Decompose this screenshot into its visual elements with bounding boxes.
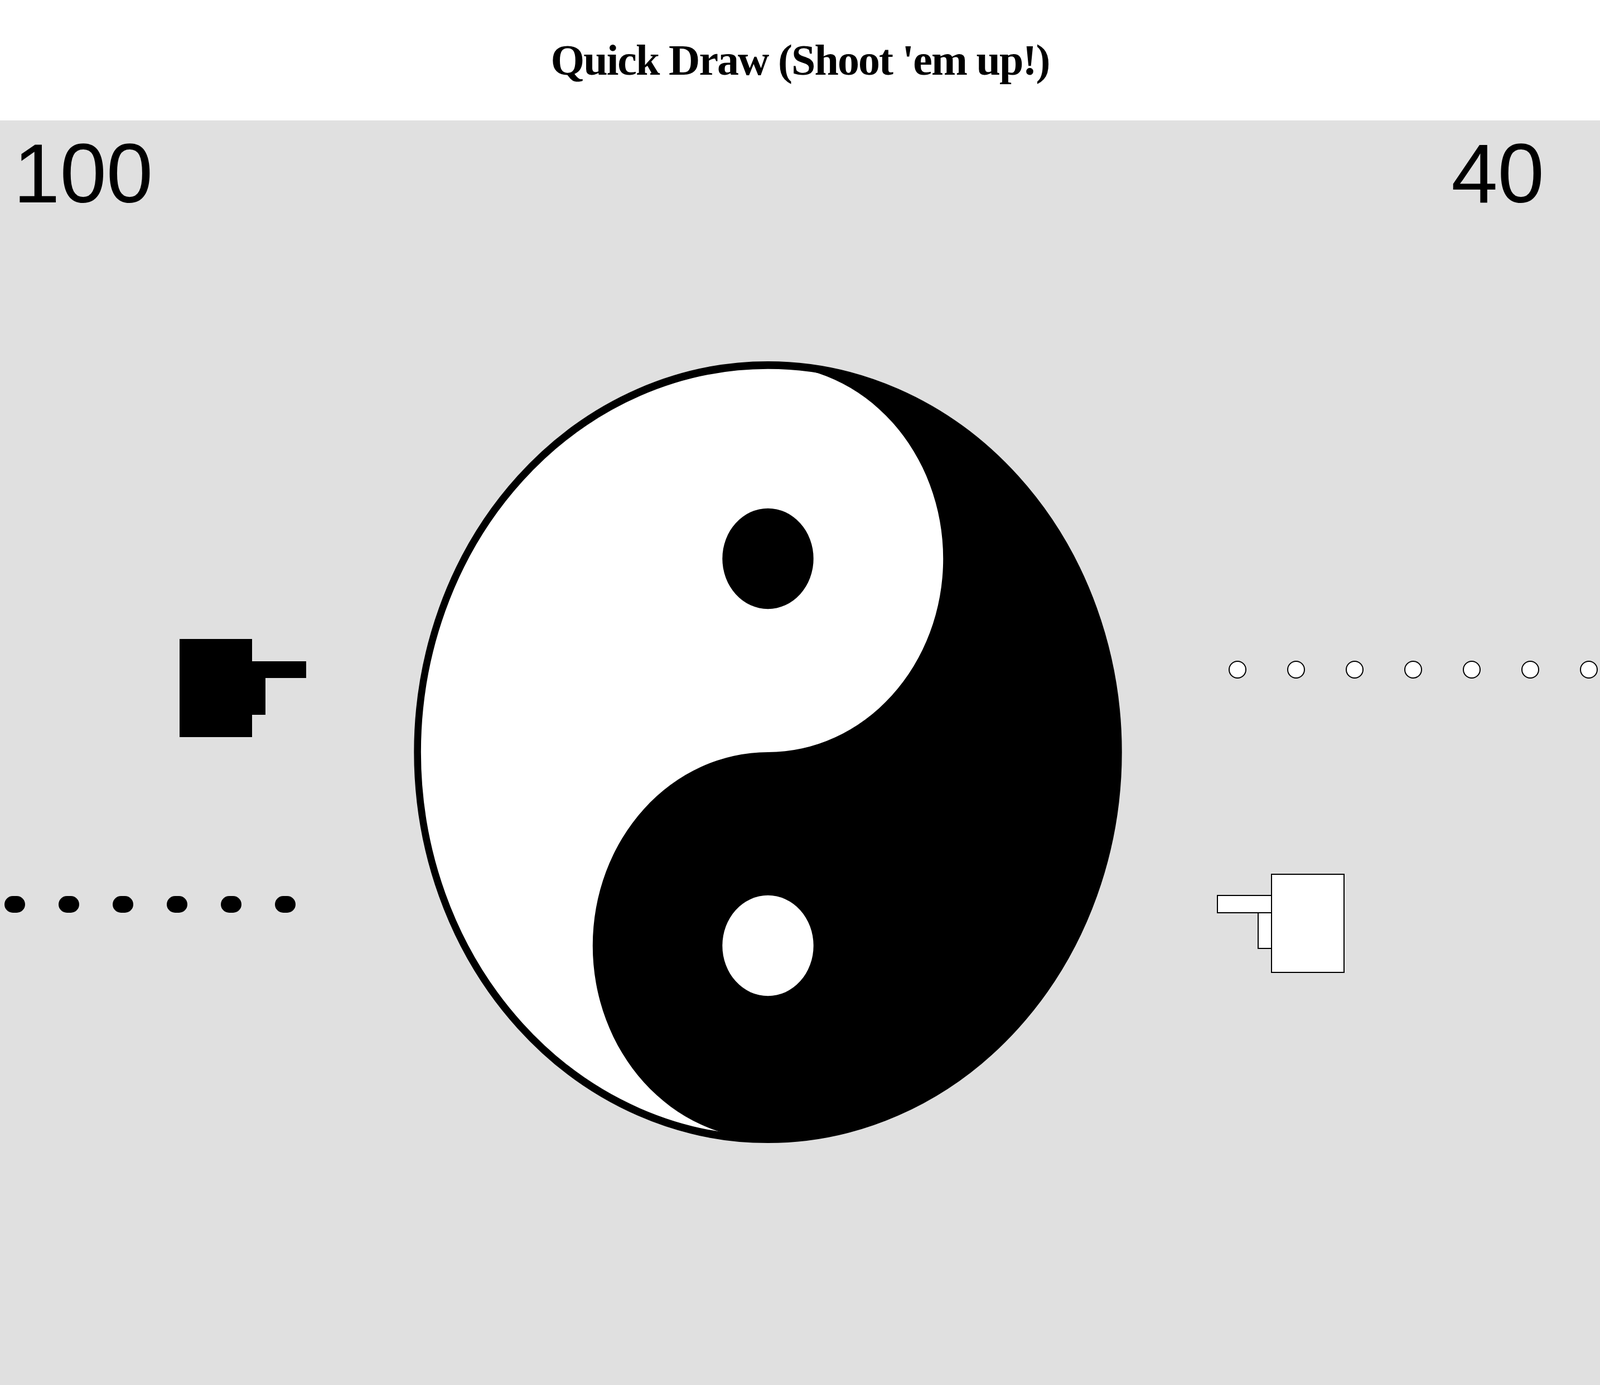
bullet (1462, 660, 1481, 679)
ammo-left (4, 896, 296, 913)
bullet (274, 896, 296, 913)
gun-barrel (1216, 895, 1273, 914)
bullet (1345, 660, 1364, 679)
player-left[interactable] (179, 639, 307, 738)
bullet (1521, 660, 1540, 679)
bullet (1287, 660, 1305, 679)
player-right[interactable] (1216, 873, 1345, 974)
bullet (166, 896, 188, 913)
bullet (1228, 660, 1247, 679)
player-body (1270, 873, 1345, 974)
yin-yang-icon (410, 357, 1126, 1148)
game-page: Quick Draw (Shoot 'em up!) 100 40 (0, 0, 1600, 1385)
score-left: 100 (13, 131, 153, 216)
gun-grip (252, 678, 266, 715)
score-right: 40 (1451, 131, 1545, 216)
bullet (220, 896, 242, 913)
ammo-right (1228, 660, 1598, 679)
header: Quick Draw (Shoot 'em up!) (0, 0, 1600, 121)
bullet (112, 896, 134, 913)
bullet (4, 896, 26, 913)
game-canvas[interactable]: 100 40 (0, 120, 1600, 1385)
bullet (1579, 660, 1598, 679)
bullet (1404, 660, 1423, 679)
player-body (179, 639, 253, 738)
gun-grip (1257, 912, 1273, 950)
gun-barrel (252, 661, 307, 679)
bullet (58, 896, 80, 913)
game-title: Quick Draw (Shoot 'em up!) (550, 38, 1050, 82)
